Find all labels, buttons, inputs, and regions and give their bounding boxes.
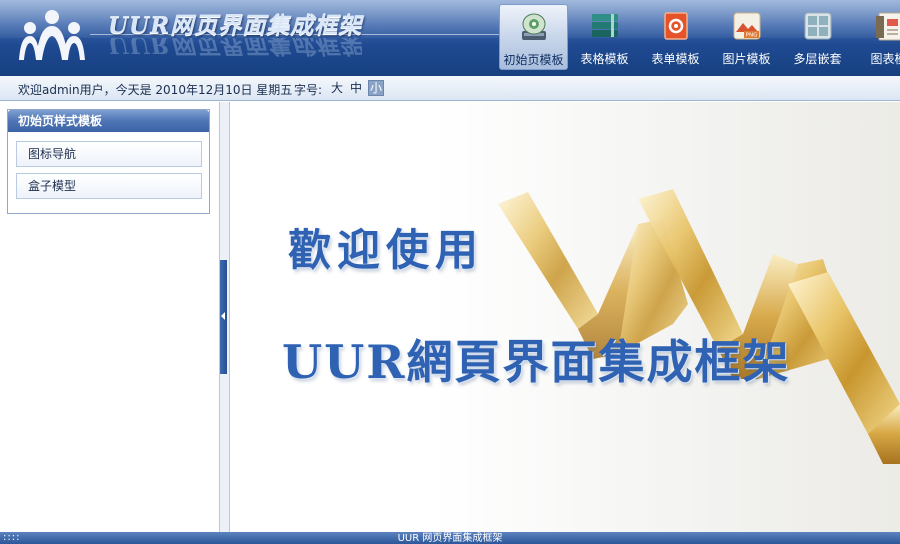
app-logo-title: UUR网页界面集成框架 xyxy=(108,12,363,39)
grid-windows-icon xyxy=(804,12,831,40)
nav-item-image-template[interactable]: PNG 图片模板 xyxy=(711,4,782,70)
status-footer: :::: UUR 网页界面集成框架 xyxy=(0,532,900,544)
welcome-heading: 歡迎使用 xyxy=(288,226,484,276)
sidebar-item-icon-navigation[interactable]: 图标导航 xyxy=(16,141,202,167)
nav-label: 表单模板 xyxy=(651,52,700,66)
font-size-large-button[interactable]: 大 xyxy=(329,80,345,96)
svg-text:PNG: PNG xyxy=(745,33,757,39)
nav-item-chart-template[interactable]: 图表模 xyxy=(853,4,900,70)
nav-label: 图片模板 xyxy=(722,52,771,66)
monitor-disc-icon xyxy=(521,13,546,40)
chart-document-icon xyxy=(875,12,900,41)
nav-label: 表格模板 xyxy=(580,52,629,66)
main-content: 歡迎使用 UUR網頁界面集成框架 xyxy=(230,102,900,532)
nav-item-start-template[interactable]: 初始页模板 xyxy=(499,4,568,70)
png-image-icon: PNG xyxy=(733,12,760,40)
nav-item-table-template[interactable]: 表格模板 xyxy=(569,4,640,70)
golden-www-graphic xyxy=(498,189,900,464)
people-logo-icon xyxy=(19,10,85,60)
welcome-text: 欢迎admin用户，今天是 2010年12月10日 星期五 xyxy=(18,83,293,97)
nav-label: 图表模 xyxy=(870,52,900,66)
nav-label: 多层嵌套 xyxy=(793,52,842,66)
welcome-subheading: UUR網頁界面集成框架 xyxy=(282,335,791,389)
footer-text: UUR 网页界面集成框架 xyxy=(397,533,503,544)
left-panel: 初始页样式模板 图标导航 盒子模型 xyxy=(0,102,220,532)
top-header: UUR网页界面集成框架 UUR网页界面集成框架 初始页模板 表格模板 表单模板 … xyxy=(0,0,900,76)
stacked-books-icon xyxy=(591,14,618,37)
font-size-medium-button[interactable]: 中 xyxy=(348,80,364,96)
top-nav: 初始页模板 表格模板 表单模板 PNG 图片模板 多层嵌套 图表 xyxy=(498,4,900,70)
font-size-label: 字号: xyxy=(294,83,323,97)
collapse-sidebar-handle[interactable] xyxy=(220,260,227,374)
nav-label: 初始页模板 xyxy=(503,53,564,67)
gear-form-icon xyxy=(663,12,688,40)
sidebar-menu: 初始页样式模板 图标导航 盒子模型 xyxy=(7,109,210,214)
chevron-left-icon xyxy=(221,312,225,320)
nav-item-form-template[interactable]: 表单模板 xyxy=(640,4,711,70)
info-bar: 欢迎admin用户，今天是 2010年12月10日 星期五 字号: 大 中 小 xyxy=(0,76,900,101)
font-size-small-button[interactable]: 小 xyxy=(368,80,384,96)
sidebar-menu-title[interactable]: 初始页样式模板 xyxy=(8,110,209,132)
nav-item-nested-layout[interactable]: 多层嵌套 xyxy=(782,4,853,70)
app-logo-reflection: UUR网页界面集成框架 xyxy=(108,38,363,58)
sidebar-item-box-model[interactable]: 盒子模型 xyxy=(16,173,202,199)
